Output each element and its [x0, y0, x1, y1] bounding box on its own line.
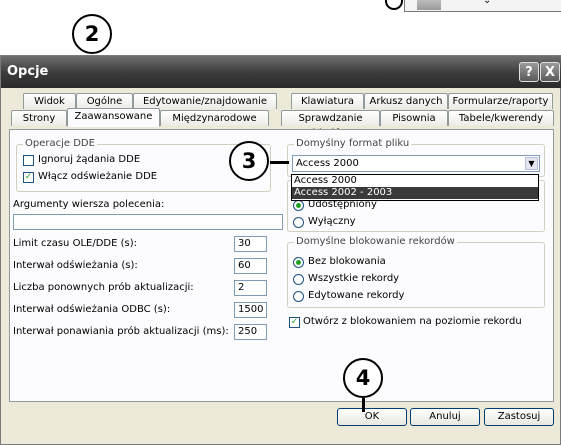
- apply-button[interactable]: Zastosuj: [484, 408, 554, 426]
- tab-widok[interactable]: Widok: [23, 93, 76, 109]
- callout-2: 2: [72, 14, 112, 54]
- tab-strony[interactable]: Strony: [11, 110, 67, 126]
- options-dialog: Opcje ? X Widok Ogólne Edytowanie/znajdo…: [0, 55, 561, 445]
- tab-miedzynarodowe[interactable]: Międzynarodowe: [160, 110, 269, 126]
- ignore-dde-label: Ignoruj żądania DDE: [38, 154, 141, 165]
- ole-timeout-label: Limit czasu OLE/DDE (s):: [13, 238, 137, 249]
- update-retry-interval-label: Interwał ponawiania prób aktualizacji (m…: [13, 326, 229, 337]
- ole-timeout-input[interactable]: 30: [234, 236, 267, 252]
- advanced-settings-panel: Operacje DDE Ignoruj żądania DDE ✓ Włącz…: [9, 129, 554, 402]
- tab-tabele-kwerendy[interactable]: Tabele/kwerendy: [448, 110, 554, 126]
- record-locking-group: Domyślne blokowanie rekordów Bez blokowa…: [287, 236, 545, 308]
- no-locks-label: Bez blokowania: [308, 256, 386, 267]
- tab-klawiatura[interactable]: Klawiatura: [291, 93, 364, 109]
- odbc-refresh-input[interactable]: 1500: [234, 302, 267, 318]
- tab-pisownia[interactable]: Pisownia: [380, 110, 448, 126]
- row-level-locking-checkbox[interactable]: ✓: [289, 317, 300, 328]
- refresh-interval-input[interactable]: 60: [234, 258, 267, 274]
- file-format-group-title: Domyślny format pliku: [294, 138, 412, 149]
- open-exclusive-label: Wyłączny: [308, 216, 356, 227]
- edited-record-label: Edytowane rekordy: [308, 290, 405, 301]
- update-retries-input[interactable]: 2: [234, 280, 267, 296]
- tab-formularze-raporty[interactable]: Formularze/raporty: [448, 93, 553, 109]
- tab-ogolne[interactable]: Ogólne: [76, 93, 133, 109]
- title-bar: Opcje ? X: [1, 56, 561, 88]
- file-format-selected-value: Access 2000: [296, 158, 359, 169]
- chevron-down-icon[interactable]: ▼: [525, 157, 538, 170]
- record-locking-group-title: Domyślne blokowanie rekordów: [294, 236, 457, 247]
- file-format-option[interactable]: Access 2000: [292, 175, 538, 187]
- refresh-interval-label: Interwał odświeżania (s):: [13, 260, 138, 271]
- row-level-locking-label: Otwórz z blokowaniem na poziomie rekordu: [303, 316, 522, 327]
- callout-3-line: [270, 161, 289, 164]
- tab-arkusz-danych[interactable]: Arkusz danych: [364, 93, 448, 109]
- dialog-title: Opcje: [7, 64, 49, 79]
- update-retries-label: Liczba ponownych prób aktualizacji:: [13, 282, 194, 293]
- open-exclusive-radio[interactable]: [293, 217, 304, 228]
- open-shared-radio[interactable]: [293, 200, 304, 211]
- callout-4: 4: [343, 358, 383, 398]
- cmdline-label: Argumenty wiersza polecenia:: [13, 199, 165, 210]
- file-format-option-highlighted[interactable]: Access 2002 - 2003: [292, 187, 538, 199]
- enable-dde-refresh-label: Włącz odświeżanie DDE: [38, 171, 158, 182]
- ok-button[interactable]: OK: [337, 408, 407, 426]
- odbc-refresh-label: Interwał odświeżania ODBC (s):: [13, 304, 171, 315]
- help-button[interactable]: ?: [519, 62, 539, 82]
- background-toolbar-block: [417, 0, 441, 10]
- cmdline-input[interactable]: [13, 214, 283, 230]
- all-records-radio[interactable]: [293, 274, 304, 285]
- no-locks-radio[interactable]: [293, 257, 304, 268]
- update-retry-interval-input[interactable]: 250: [234, 324, 267, 340]
- callout-fragment-circle: [385, 0, 403, 10]
- close-button[interactable]: X: [540, 62, 560, 82]
- chevron-double-down-icon: ⌄: [483, 0, 492, 6]
- default-file-format-group: Domyślny format pliku Access 2000 ▼: [287, 138, 545, 177]
- dde-group-title: Operacje DDE: [23, 138, 97, 149]
- all-records-label: Wszystkie rekordy: [308, 273, 400, 284]
- tab-zaawansowane[interactable]: Zaawansowane: [67, 108, 160, 127]
- file-format-select[interactable]: Access 2000 ▼: [292, 155, 540, 172]
- file-format-dropdown-list: Access 2000 Access 2002 - 2003: [291, 174, 539, 201]
- callout-3: 3: [229, 141, 269, 181]
- background-window-fragment: ⌄: [404, 0, 561, 12]
- cancel-button[interactable]: Anuluj: [410, 408, 480, 426]
- callout-4-line: [362, 398, 365, 412]
- enable-dde-refresh-checkbox[interactable]: ✓: [23, 172, 34, 183]
- tab-edytowanie[interactable]: Edytowanie/znajdowanie: [133, 93, 277, 109]
- ignore-dde-checkbox[interactable]: [23, 155, 34, 166]
- edited-record-radio[interactable]: [293, 291, 304, 302]
- tab-sprawdzanie-bledow[interactable]: Sprawdzanie błędów: [281, 110, 380, 139]
